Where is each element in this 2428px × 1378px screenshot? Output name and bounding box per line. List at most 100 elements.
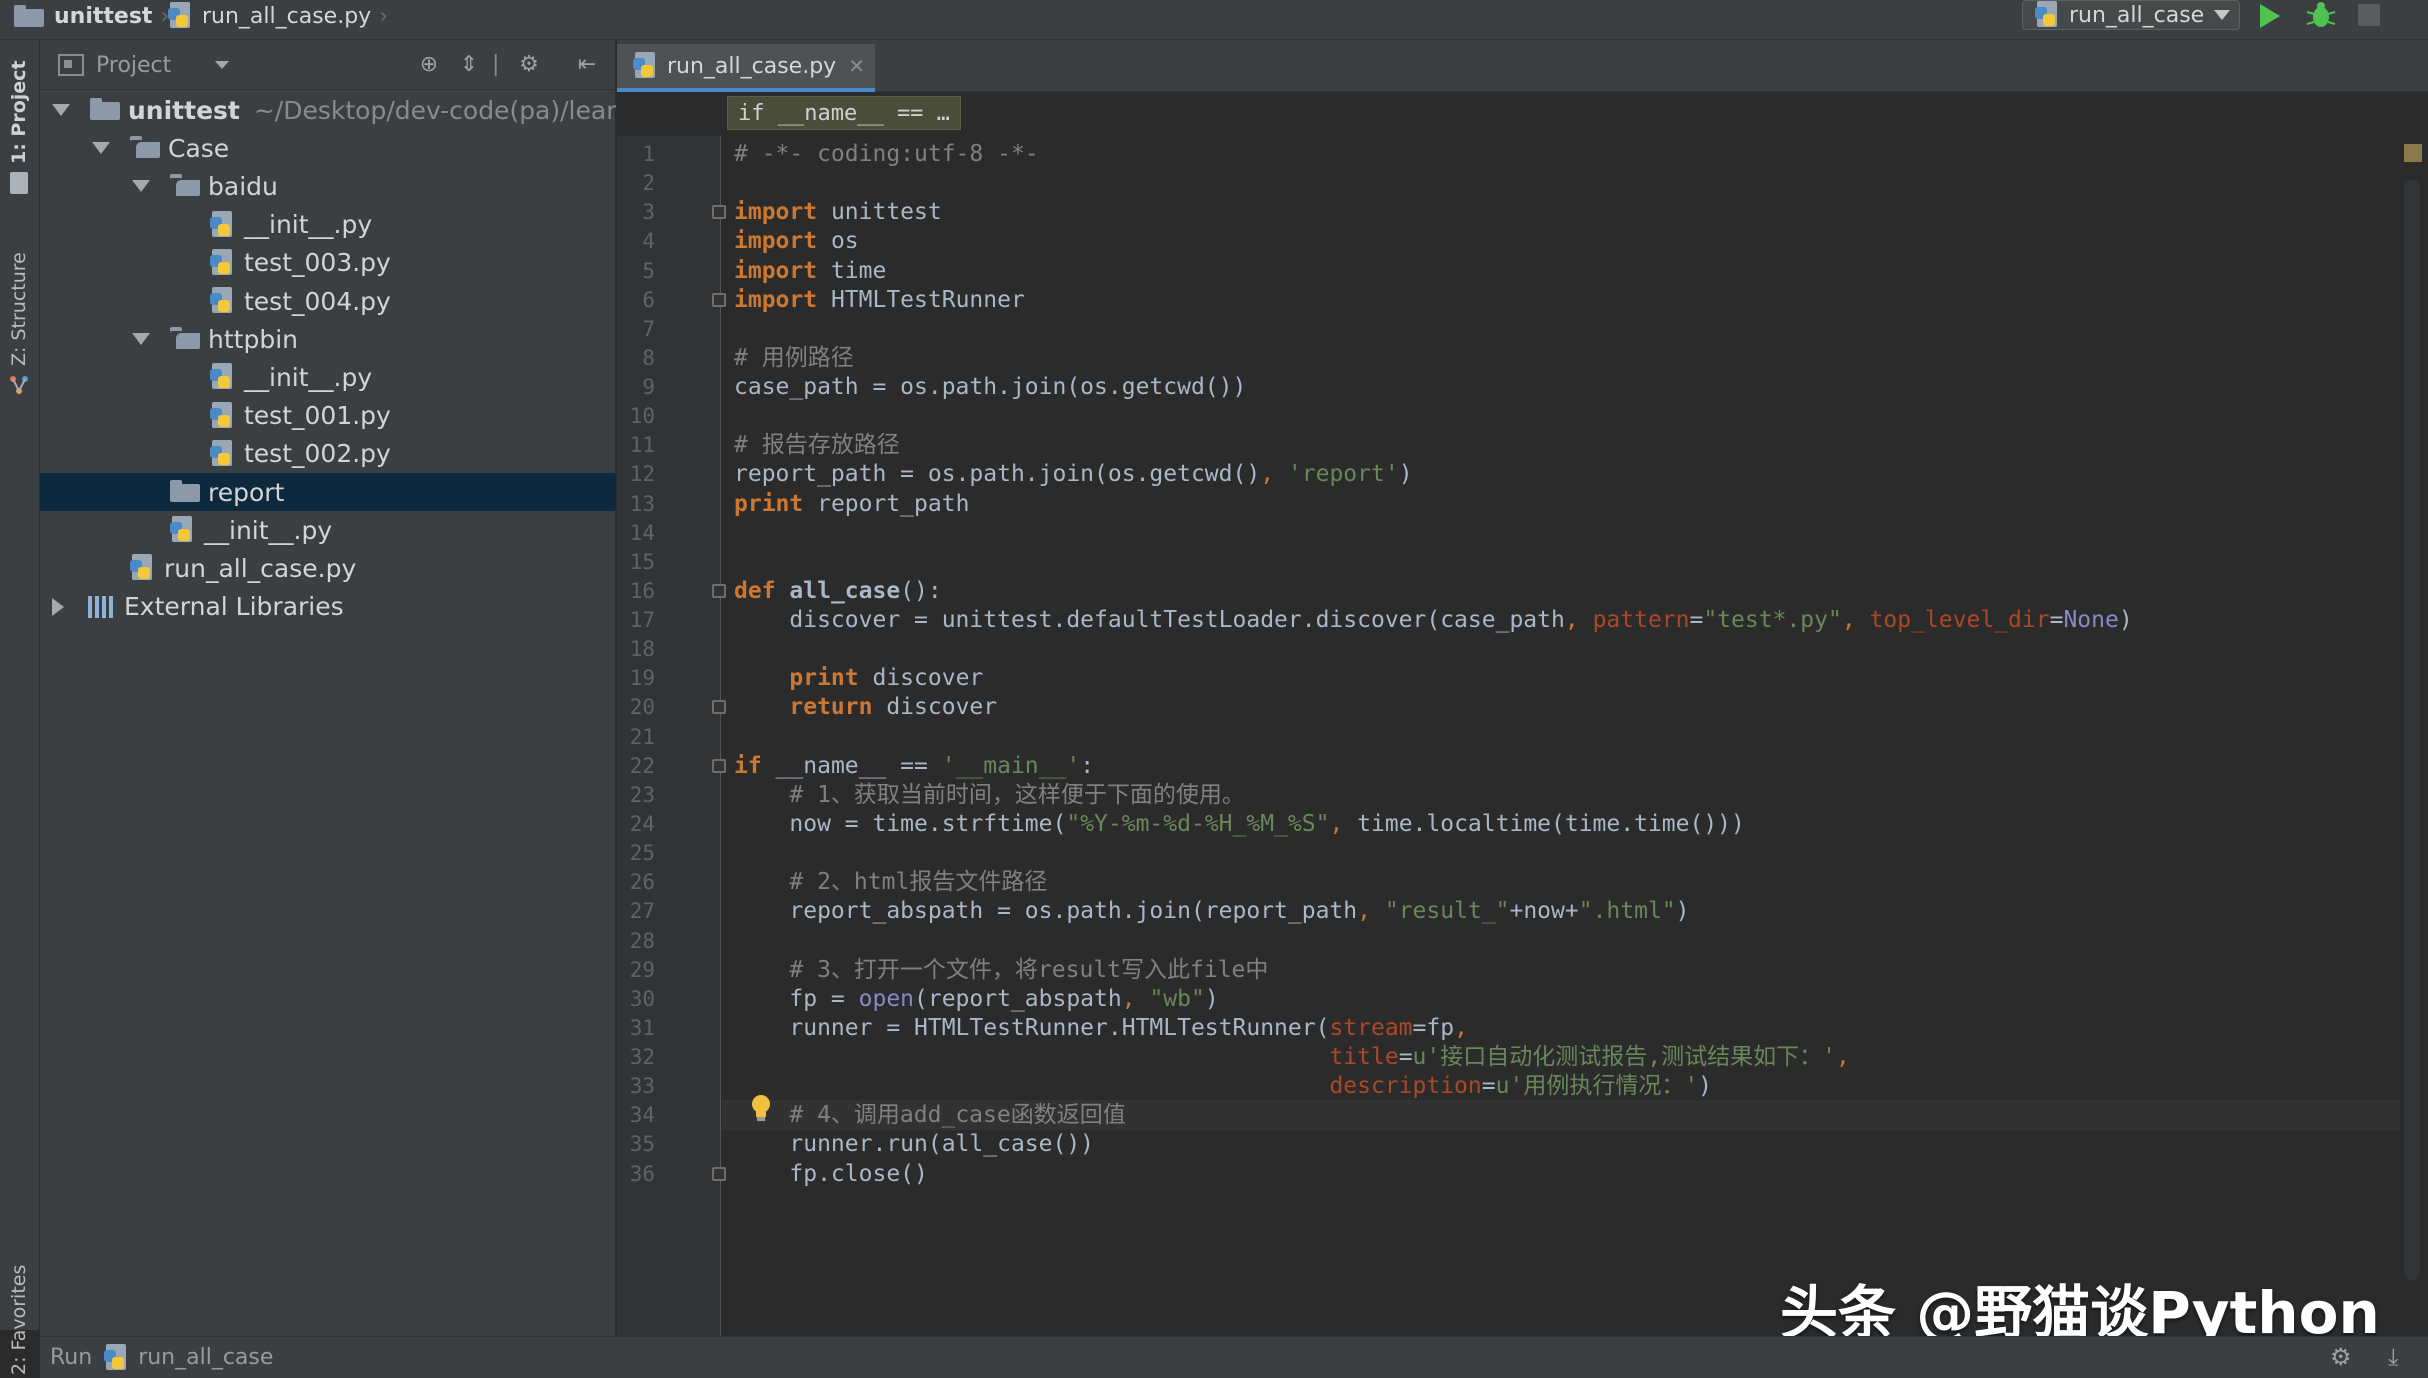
code-token: (): xyxy=(900,577,942,604)
hide-panel-icon[interactable]: ⇤ xyxy=(574,52,600,78)
fold-marker-icon[interactable] xyxy=(712,205,726,220)
code-editor[interactable]: # -*- coding:utf-8 -*- import unittest imp… xyxy=(722,136,2400,1336)
chevron-down-icon xyxy=(215,61,230,69)
tree-item-label: baidu xyxy=(208,171,278,201)
line-number: 27 xyxy=(629,899,655,924)
code-line: import HTMLTestRunner xyxy=(734,285,1025,315)
tree-row[interactable]: Case xyxy=(40,129,616,167)
code-line: # 用例路径 xyxy=(734,343,854,373)
folder-icon xyxy=(90,98,122,122)
line-number: 10 xyxy=(629,404,655,429)
tree-item-label: Case xyxy=(168,133,230,163)
code-line: if __name__ == '__main__': xyxy=(734,751,1094,781)
tree-row[interactable]: test_004.py xyxy=(40,282,616,320)
collapse-arrow-icon[interactable] xyxy=(132,333,150,346)
code-token: description xyxy=(1329,1073,1482,1100)
code-token: "test*.py" xyxy=(1703,607,1842,634)
tree-row[interactable]: unittest ~/Desktop/dev-code(pa)/lear xyxy=(40,91,616,129)
code-token: , xyxy=(1841,607,1856,634)
code-token: # 2、html报告文件路径 xyxy=(789,869,1048,896)
tree-row[interactable]: run_all_case.py xyxy=(40,549,616,587)
fold-marker-icon[interactable] xyxy=(712,758,726,773)
tree-row[interactable]: External Libraries xyxy=(40,588,616,626)
run-icon[interactable] xyxy=(2258,2,2282,30)
fold-marker-icon[interactable] xyxy=(712,700,726,715)
tab-favorites[interactable]: 2: Favorites xyxy=(8,1265,30,1375)
download-icon[interactable]: ⤓ xyxy=(2388,1343,2399,1371)
collapse-all-icon[interactable]: ⇕ xyxy=(456,52,482,78)
folder-icon xyxy=(14,5,44,27)
run-label[interactable]: Run xyxy=(50,1345,92,1370)
code-token: # 1、获取当前时间，这样便于下面的使用。 xyxy=(789,781,1245,808)
code-token: "result_" xyxy=(1384,898,1510,925)
project-view-select[interactable]: Project xyxy=(58,50,230,80)
warning-marker[interactable] xyxy=(2404,144,2422,162)
code-token: HTMLTestRunner xyxy=(817,286,1025,313)
code-token: report_abspath = os.path.join(report_pat… xyxy=(734,898,1358,925)
collapse-arrow-icon[interactable] xyxy=(52,104,70,116)
fold-marker-icon[interactable] xyxy=(712,583,726,598)
gear-icon[interactable]: ⚙ xyxy=(516,52,542,78)
run-configuration-select[interactable]: run_all_case xyxy=(2022,0,2240,30)
python-file-icon xyxy=(210,439,236,468)
tree-row[interactable]: baidu xyxy=(40,167,616,205)
tree-row[interactable]: test_002.py xyxy=(40,435,616,473)
tab-structure[interactable]: Z: Structure xyxy=(8,252,30,366)
tree-row[interactable]: __init__.py xyxy=(40,206,616,244)
line-number: 35 xyxy=(629,1132,655,1157)
line-number: 18 xyxy=(629,637,655,662)
debug-icon[interactable] xyxy=(2304,0,2338,30)
package-icon xyxy=(170,174,202,198)
locate-icon[interactable]: ⊕ xyxy=(416,52,442,78)
line-number: 9 xyxy=(642,375,655,400)
python-file-icon xyxy=(170,516,196,544)
tree-row[interactable]: __init__.py xyxy=(40,511,616,549)
run-config-label[interactable]: run_all_case xyxy=(138,1345,273,1370)
collapse-arrow-icon[interactable] xyxy=(92,142,110,155)
close-icon[interactable]: ✕ xyxy=(848,54,865,78)
tree-row[interactable]: __init__.py xyxy=(40,358,616,396)
code-token: import xyxy=(734,257,818,284)
library-icon xyxy=(88,595,116,618)
code-token: fp.close() xyxy=(734,1160,928,1187)
tree-row[interactable]: test_003.py xyxy=(40,244,616,282)
gear-icon[interactable]: ⚙ xyxy=(2330,1343,2352,1371)
tree-item-label: test_004.py xyxy=(244,286,391,316)
stop-icon[interactable] xyxy=(2358,4,2380,26)
breadcrumb-file[interactable]: run_all_case.py › xyxy=(168,0,388,32)
code-token: , xyxy=(1564,607,1579,634)
code-line: discover = unittest.defaultTestLoader.di… xyxy=(734,605,2132,635)
lightbulb-icon[interactable] xyxy=(750,1094,772,1122)
line-number: 15 xyxy=(629,549,655,574)
tree-row[interactable]: report xyxy=(40,473,616,511)
project-view-icon xyxy=(58,54,84,76)
code-line: return discover xyxy=(734,692,997,722)
line-number: 21 xyxy=(629,724,655,749)
fold-marker-icon[interactable] xyxy=(712,1166,726,1181)
breadcrumb-project-label: unittest xyxy=(54,3,153,29)
tree-row[interactable]: httpbin xyxy=(40,320,616,358)
code-line: fp = open(report_abspath, "wb") xyxy=(734,984,1218,1014)
code-token: now = time.strftime( xyxy=(734,810,1067,837)
fold-marker-icon[interactable] xyxy=(712,292,726,307)
line-number: 31 xyxy=(629,1015,655,1040)
editor-tab-label: run_all_case.py xyxy=(667,53,837,79)
collapse-arrow-icon[interactable] xyxy=(132,180,150,193)
code-breadcrumb[interactable]: if __name__ == … xyxy=(727,96,961,130)
expand-arrow-icon[interactable] xyxy=(52,597,64,616)
code-token: # 报告存放路径 xyxy=(734,432,900,459)
code-token: open xyxy=(858,985,915,1012)
tree-item-label: __init__.py xyxy=(244,210,373,240)
code-token: discover = unittest.defaultTestLoader.di… xyxy=(734,607,1565,634)
vertical-scrollbar[interactable] xyxy=(2404,180,2420,1280)
line-number: 28 xyxy=(629,928,655,953)
breadcrumb-project[interactable]: unittest › xyxy=(14,0,169,32)
tab-project[interactable]: 1: Project xyxy=(8,60,30,164)
line-number: 1 xyxy=(642,142,655,166)
code-token: runner = HTMLTestRunner.HTMLTestRunner( xyxy=(734,1014,1330,1041)
tree-row[interactable]: test_001.py xyxy=(40,397,616,435)
tab-run-all-case[interactable]: run_all_case.py ✕ xyxy=(617,44,875,92)
line-number: 8 xyxy=(642,345,655,370)
code-token: print xyxy=(734,490,804,517)
